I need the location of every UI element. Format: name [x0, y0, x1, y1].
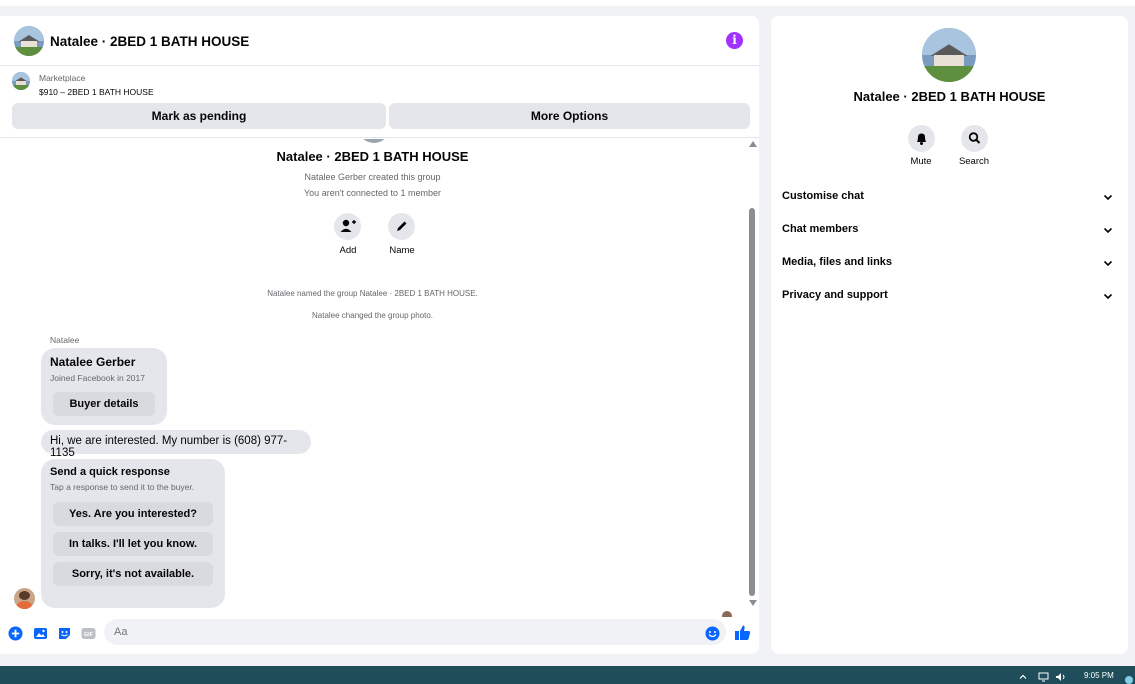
panel-group-avatar[interactable] — [922, 28, 976, 82]
add-label: Add — [339, 245, 357, 256]
sender-name: Natalee — [50, 335, 80, 345]
message-text: Hi, we are interested. My number is (608… — [50, 435, 288, 459]
svg-text:GIF: GIF — [84, 632, 94, 638]
name-label: Name — [389, 245, 415, 256]
marketplace-label: Marketplace — [39, 73, 86, 83]
sender-avatar[interactable] — [14, 588, 35, 609]
marketplace-banner: Marketplace $910 – 2BED 1 BATH HOUSE Mar… — [0, 67, 759, 138]
chevron-down-icon — [1103, 260, 1113, 267]
message-bubble[interactable]: Hi, we are interested. My number is (608… — [41, 430, 311, 459]
profile-card: Natalee Gerber Joined Facebook in 2017 B… — [41, 348, 167, 425]
section-label: Media, files and links — [782, 256, 893, 268]
profile-name: Natalee Gerber — [50, 355, 136, 369]
gif-icon[interactable]: GIF — [81, 626, 96, 641]
group-photo-partial — [358, 139, 390, 143]
quick-response-title: Send a quick response — [50, 466, 170, 478]
search-icon — [968, 132, 981, 144]
chat-details-panel: Natalee · 2BED 1 BATH HOUSE Mute Search … — [771, 16, 1128, 654]
panel-title: Natalee · 2BED 1 BATH HOUSE — [853, 89, 1046, 104]
chat-header: Natalee · 2BED 1 BATH HOUSE i — [0, 16, 759, 66]
section-label: Customise chat — [782, 190, 864, 202]
group-avatar[interactable] — [14, 26, 44, 56]
search-button[interactable] — [961, 125, 988, 152]
buyer-details-button[interactable]: Buyer details — [53, 392, 155, 416]
photo-icon[interactable] — [33, 626, 48, 641]
quick-response-card: Send a quick response Tap a response to … — [41, 459, 225, 608]
chat-pane: Natalee · 2BED 1 BATH HOUSE i Marketplac… — [0, 16, 759, 654]
add-person-icon — [340, 219, 356, 232]
message-input[interactable] — [104, 619, 726, 645]
chevron-down-icon — [1103, 194, 1113, 201]
network-icon[interactable] — [1038, 672, 1050, 682]
top-strip — [0, 0, 1135, 6]
quick-response-yes[interactable]: Yes. Are you interested? — [53, 502, 213, 526]
quick-response-subtitle: Tap a response to send it to the buyer. — [50, 482, 195, 492]
pencil-icon — [397, 221, 407, 231]
messages-scrollbar[interactable] — [745, 139, 759, 617]
clock[interactable]: 9:05 PM — [1084, 671, 1114, 680]
quick-response-sorry[interactable]: Sorry, it's not available. — [53, 562, 213, 586]
plus-icon[interactable] — [8, 626, 23, 641]
like-icon[interactable] — [734, 624, 751, 641]
not-connected-text: You aren't connected to 1 member — [304, 188, 441, 198]
message-composer: GIF — [0, 617, 759, 654]
group-title: Natalee · 2BED 1 BATH HOUSE — [276, 149, 469, 164]
bell-icon — [917, 133, 926, 145]
sticker-icon[interactable] — [57, 626, 72, 641]
system-message-named: Natalee named the group Natalee · 2BED 1… — [267, 289, 478, 298]
chevron-down-icon — [1103, 293, 1113, 300]
listing-title[interactable]: $910 – 2BED 1 BATH HOUSE — [39, 87, 154, 97]
scroll-down-arrow[interactable] — [749, 600, 757, 606]
scroll-thumb[interactable] — [749, 208, 755, 596]
system-tray-icons[interactable] — [1018, 672, 1067, 682]
chat-title[interactable]: Natalee · 2BED 1 BATH HOUSE — [50, 34, 249, 49]
quick-response-talks[interactable]: In talks. I'll let you know. — [53, 532, 213, 556]
section-label: Chat members — [782, 223, 859, 235]
section-customise-chat[interactable]: Customise chat — [771, 183, 1128, 213]
add-member-button[interactable] — [334, 213, 361, 240]
volume-icon[interactable] — [1055, 672, 1067, 682]
emoji-icon[interactable] — [705, 626, 720, 641]
more-options-button[interactable]: More Options — [389, 103, 750, 129]
notification-dot[interactable] — [1125, 676, 1133, 684]
section-media-files-links[interactable]: Media, files and links — [771, 249, 1128, 279]
group-created-text: Natalee Gerber created this group — [304, 172, 441, 182]
mark-as-pending-button[interactable]: Mark as pending — [12, 103, 386, 129]
mute-button[interactable] — [908, 125, 935, 152]
scroll-up-arrow[interactable] — [749, 141, 757, 147]
section-privacy-support[interactable]: Privacy and support — [771, 282, 1128, 312]
name-group-button[interactable] — [388, 213, 415, 240]
chevron-down-icon — [1103, 227, 1113, 234]
message-list[interactable]: Natalee · 2BED 1 BATH HOUSE Natalee Gerb… — [0, 139, 759, 617]
section-label: Privacy and support — [782, 289, 888, 301]
system-message-photo: Natalee changed the group photo. — [312, 311, 433, 320]
chevron-up-icon[interactable] — [1018, 672, 1028, 682]
os-taskbar: 9:05 PM — [0, 666, 1135, 684]
search-label: Search — [958, 156, 990, 167]
info-icon[interactable]: i — [726, 32, 743, 49]
section-chat-members[interactable]: Chat members — [771, 216, 1128, 246]
mute-label: Mute — [910, 156, 932, 167]
profile-joined: Joined Facebook in 2017 — [50, 373, 145, 383]
listing-thumbnail — [12, 72, 30, 90]
